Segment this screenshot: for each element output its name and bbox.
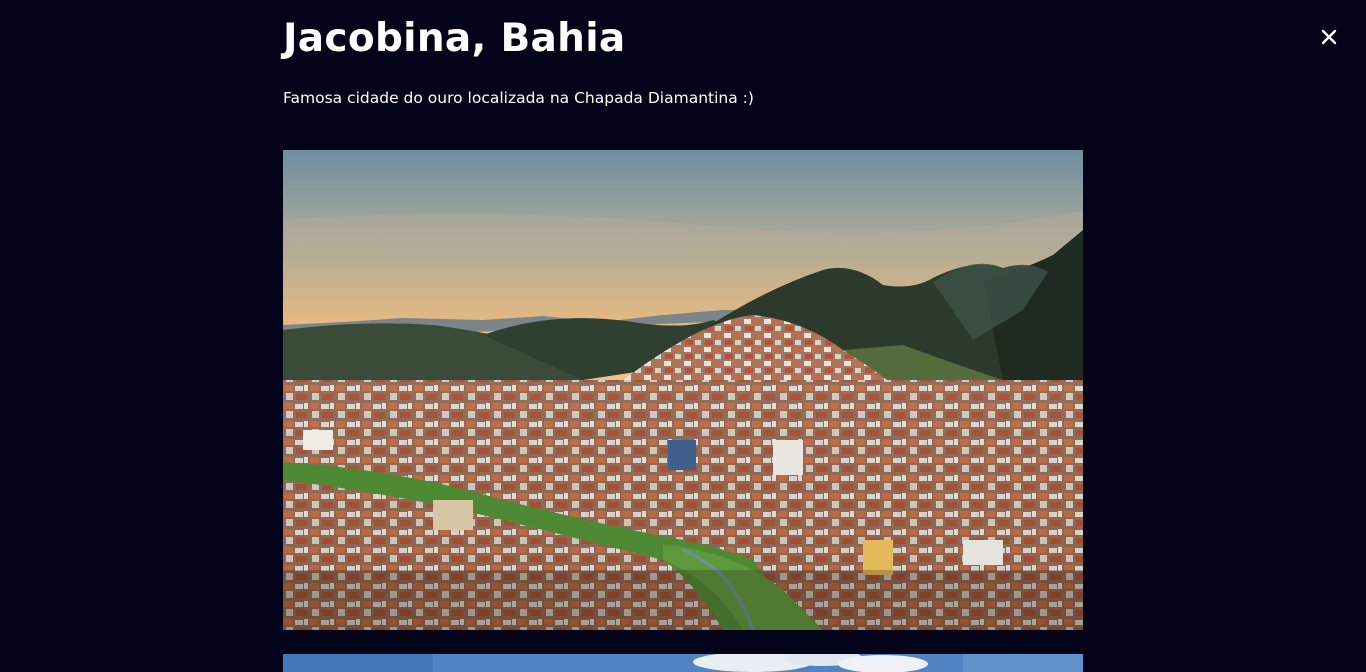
sky-clouds-photo bbox=[283, 654, 1083, 672]
city-aerial-photo bbox=[283, 150, 1083, 630]
place-description: Famosa cidade do ouro localizada na Chap… bbox=[283, 89, 754, 107]
photo-modal: Jacobina, Bahia Famosa cidade do ouro lo… bbox=[0, 0, 1366, 672]
close-icon bbox=[1321, 29, 1337, 45]
close-button[interactable] bbox=[1316, 24, 1342, 50]
page-title: Jacobina, Bahia bbox=[283, 16, 626, 61]
